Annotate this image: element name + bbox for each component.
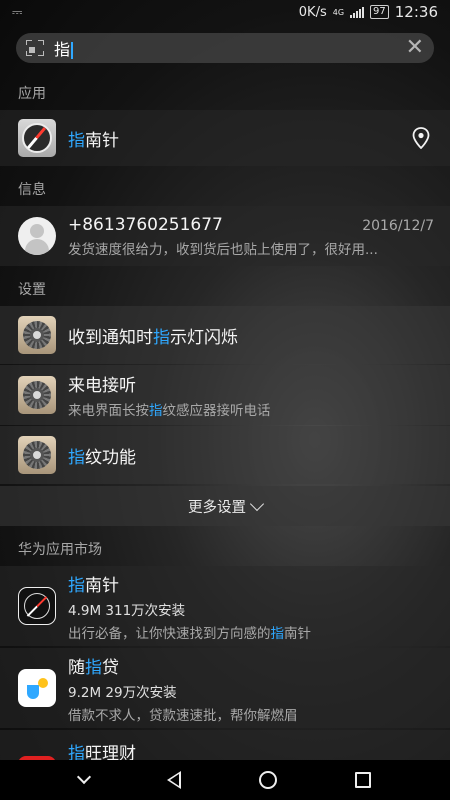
- search-query: 指: [54, 40, 71, 59]
- section-settings-label: 设置: [18, 282, 46, 298]
- settings-result-title: 指纹功能: [68, 447, 136, 468]
- search-bar[interactable]: 指 ✕: [16, 33, 434, 63]
- section-apps-label: 应用: [18, 86, 46, 102]
- market-result-finance[interactable]: 指旺理财: [0, 730, 450, 760]
- clock: 12:36: [394, 3, 438, 21]
- signal-icon: [350, 6, 365, 18]
- section-market-label: 华为应用市场: [18, 542, 102, 558]
- settings-result-subtitle: 来电界面长按指纹感应器接听电话: [68, 403, 271, 419]
- section-messages-label: 信息: [18, 182, 46, 198]
- settings-result-call-answer[interactable]: 来电接听 来电界面长按指纹感应器接听电话: [0, 365, 450, 425]
- status-bar: ⎓ 0K/s 4G 97 12:36: [0, 0, 450, 24]
- settings-result-title: 收到通知时指示灯闪烁: [68, 327, 238, 348]
- back-icon[interactable]: [167, 771, 181, 789]
- location-icon[interactable]: [412, 127, 430, 149]
- notification-icon: ⎓: [12, 4, 23, 20]
- message-date: 2016/12/7: [362, 218, 434, 234]
- more-settings-button[interactable]: 更多设置: [0, 486, 450, 526]
- clear-icon[interactable]: ✕: [406, 37, 424, 59]
- more-settings-label: 更多设置: [188, 499, 246, 516]
- settings-result-title: 来电接听: [68, 376, 136, 396]
- market-result-compass[interactable]: 指南针 4.9M 311万次安装 出行必备，让你快速找到方向感的指南针: [0, 566, 450, 646]
- message-preview: 发货速度很给力，收到货后也贴上使用了，很好用...: [68, 241, 378, 258]
- home-icon[interactable]: [259, 771, 277, 789]
- market-result-meta: 9.2M 29万次安装: [68, 684, 177, 701]
- network-type: 4G: [332, 7, 345, 17]
- recent-apps-icon[interactable]: [355, 772, 371, 788]
- scan-icon[interactable]: [26, 40, 44, 56]
- app-result-compass[interactable]: 指南针: [0, 110, 450, 166]
- market-result-loan[interactable]: 随指贷 9.2M 29万次安装 借款不求人，贷款速速批，帮你解燃眉: [0, 648, 450, 728]
- market-result-meta: 4.9M 311万次安装: [68, 602, 186, 619]
- gear-icon: [18, 436, 56, 474]
- battery-icon: 97: [370, 5, 389, 19]
- loan-app-icon: [18, 669, 56, 707]
- gear-icon: [18, 316, 56, 354]
- search-input[interactable]: 指: [54, 36, 406, 60]
- compass-icon: [18, 119, 56, 157]
- market-result-title: 指旺理财: [68, 744, 136, 760]
- market-result-title: 随指贷: [68, 657, 119, 678]
- market-result-title: 指南针: [68, 575, 119, 596]
- avatar-icon: [18, 217, 56, 255]
- section-apps: 应用: [0, 76, 450, 110]
- chevron-down-icon: [249, 496, 265, 511]
- message-result[interactable]: +8613760251677 发货速度很给力，收到货后也贴上使用了，很好用...…: [0, 206, 450, 266]
- gear-icon: [18, 376, 56, 414]
- settings-result-notification-light[interactable]: 收到通知时指示灯闪烁: [0, 306, 450, 364]
- network-speed: 0K/s: [298, 4, 327, 20]
- section-market: 华为应用市场: [0, 532, 450, 566]
- section-messages: 信息: [0, 172, 450, 206]
- section-settings: 设置: [0, 272, 450, 306]
- hide-nav-icon[interactable]: [76, 769, 92, 785]
- navigation-bar: [0, 760, 450, 800]
- market-result-desc: 借款不求人，贷款速速批，帮你解燃眉: [68, 707, 298, 724]
- app-result-title: 指南针: [68, 130, 119, 151]
- market-result-desc: 出行必备，让你快速找到方向感的指南针: [68, 625, 311, 642]
- compass-app-icon: [18, 587, 56, 625]
- settings-result-fingerprint[interactable]: 指纹功能: [0, 426, 450, 484]
